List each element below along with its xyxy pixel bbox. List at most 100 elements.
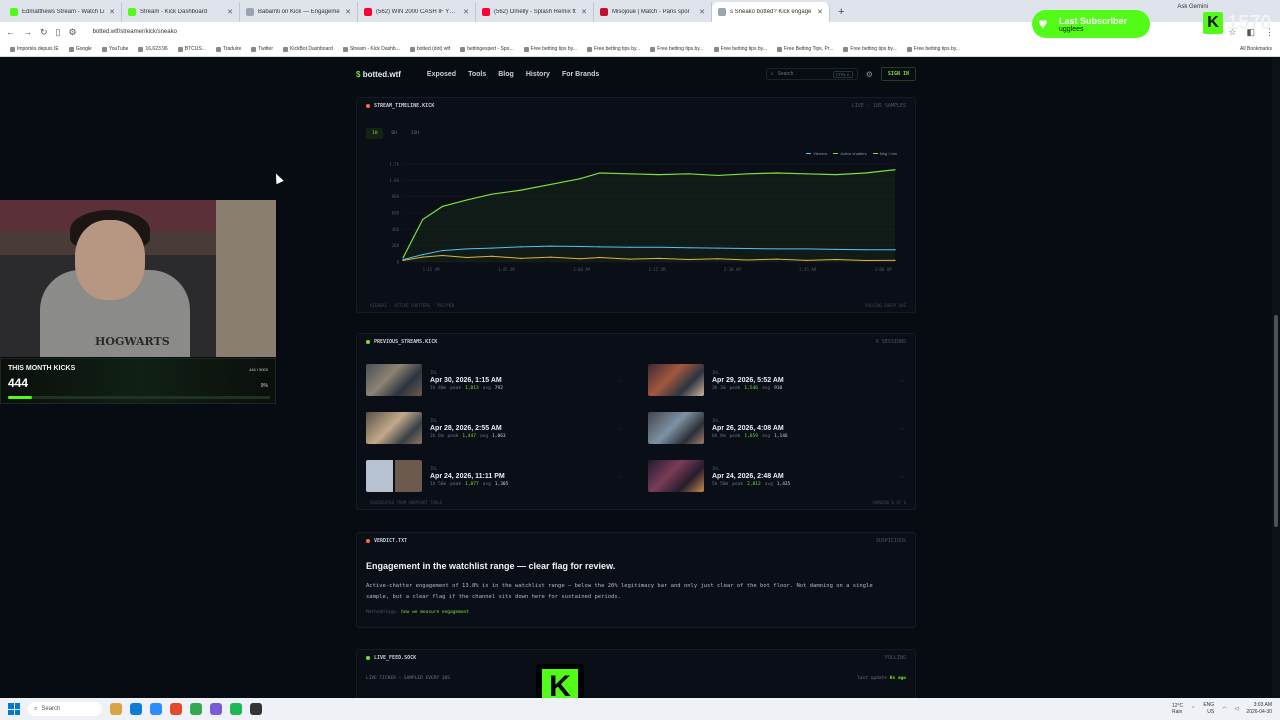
reload-icon[interactable]: ↻ <box>40 27 48 38</box>
bookmark-item[interactable]: Twitter <box>251 46 273 52</box>
stream-thumbnail <box>648 412 704 444</box>
page-scrollbar[interactable] <box>1272 57 1280 698</box>
kicks-percent: 9% <box>260 383 268 389</box>
close-tab-icon[interactable]: ✕ <box>109 8 115 16</box>
range-6h-button[interactable]: 6H <box>385 128 402 139</box>
bookmark-item[interactable]: 16,623.96 <box>138 46 168 52</box>
stream-stats: 5h 50m peak 2,812 avg 1,435 <box>712 481 791 487</box>
data-point <box>717 174 719 177</box>
browser-tab[interactable]: Edmatthews Stream - Watch Li ✕ <box>4 2 122 22</box>
tab-title: Misojoue | Match - Paris spor <box>612 9 690 15</box>
bookmark-item[interactable]: Free betting tips by... <box>523 46 577 52</box>
tab-favicon-icon <box>600 8 608 16</box>
stream-card[interactable]: IRL Apr 24, 2026, 2:48 AM 5h 50m peak 2,812 a… <box>648 457 906 495</box>
new-tab-button[interactable]: + <box>830 2 852 22</box>
bookmark-item[interactable]: Google <box>68 46 92 52</box>
app-icon[interactable] <box>210 703 222 715</box>
bookmark-item[interactable]: Traduire <box>215 46 241 52</box>
methodology-link[interactable]: how we measure engagement <box>401 610 469 615</box>
bookmark-favicon-icon <box>906 46 912 52</box>
y-tick-label: 1.2k <box>389 162 399 167</box>
tab-favicon-icon <box>128 8 136 16</box>
data-point <box>687 258 689 261</box>
close-tab-icon[interactable]: ✕ <box>699 8 705 16</box>
close-tab-icon[interactable]: ✕ <box>817 8 823 16</box>
wifi-icon[interactable]: ◠ <box>1222 706 1226 712</box>
browser-tab[interactable]: s Sneako botted? Kick engage ✕ <box>712 2 830 22</box>
windows-start-icon[interactable] <box>8 703 20 715</box>
stream-card[interactable]: IRL Apr 24, 2026, 11:11 PM 1h 56m peak 1,877… <box>366 457 624 495</box>
url-field[interactable]: botted.wtf/streamer/kick/sneako <box>93 29 177 35</box>
bookmark-item[interactable]: Free betting tips by... <box>843 46 897 52</box>
kick-total-count: 1570 <box>1227 11 1272 34</box>
bookmark-item[interactable]: Free betting tips by... <box>713 46 767 52</box>
stream-card[interactable]: IRL Apr 28, 2026, 2:55 AM 2h 6m peak 1,447 av… <box>366 409 624 447</box>
range-1h-button[interactable]: 1H <box>366 128 384 139</box>
clock[interactable]: 3:03 AM 2026-04-30 <box>1246 702 1272 716</box>
site-logo[interactable]: $ botted.wtf <box>356 70 401 79</box>
site-search-input[interactable]: ⌕ Search CTRL K <box>765 68 858 80</box>
tray-expand-icon[interactable]: ⌃ <box>1191 706 1195 712</box>
weather-widget[interactable]: 12°C Rain <box>1172 703 1183 715</box>
scroll-thumb[interactable] <box>1274 315 1278 527</box>
file-explorer-icon[interactable] <box>110 703 122 715</box>
settings-gear-icon[interactable]: ⚙ <box>866 70 873 79</box>
forward-icon[interactable]: → <box>23 27 32 37</box>
nav-blog[interactable]: Blog <box>498 71 514 78</box>
stream-card[interactable]: IRL Apr 26, 2026, 4:08 AM 6h 0m peak 1,659 av… <box>648 409 906 447</box>
language-indicator[interactable]: ENG US <box>1203 702 1214 716</box>
nav-exposed[interactable]: Exposed <box>427 71 456 78</box>
bookmark-item[interactable]: Importés depuis IE <box>10 46 59 52</box>
data-point <box>658 257 660 259</box>
browser-tab[interactable]: (562) Omelly - Splash Remix ft ✕ <box>476 2 594 22</box>
bookmark-item[interactable]: bettingexpert - Spo... <box>460 46 514 52</box>
nav-tools[interactable]: Tools <box>468 71 486 78</box>
kicks-progress-bar <box>8 396 270 399</box>
chrome-icon[interactable] <box>190 703 202 715</box>
close-tab-icon[interactable]: ✕ <box>463 8 469 16</box>
back-icon[interactable]: ← <box>6 27 15 37</box>
browser-tab[interactable]: Stream - Kick Dashboard ✕ <box>122 2 240 22</box>
panel-title: STREAM_TIMELINE.KICK <box>374 103 435 109</box>
taskbar-search[interactable]: ⌕ Search <box>28 702 102 716</box>
legend-msg-min: Msg / min <box>872 151 897 156</box>
store-icon[interactable] <box>150 703 162 715</box>
browser-tab[interactable]: Babamti on Kick — Engageme ✕ <box>240 2 358 22</box>
bookmark-item[interactable]: YouTube <box>101 46 128 52</box>
sidebar-icon[interactable]: ▯ <box>56 27 61 38</box>
nav-for-brands[interactable]: For Brands <box>562 71 599 78</box>
range-15h-button[interactable]: 15H <box>405 128 425 139</box>
tab-favicon-icon <box>246 8 254 16</box>
edge-icon[interactable] <box>130 703 142 715</box>
volume-icon[interactable]: ◁ <box>1235 706 1239 712</box>
bookmark-item[interactable]: botted (dot) wtf <box>409 46 450 52</box>
bookmark-item[interactable]: BTCUS... <box>177 46 206 52</box>
close-tab-icon[interactable]: ✕ <box>581 8 587 16</box>
bookmark-item[interactable]: KickBot Dashboard <box>283 46 333 52</box>
bookmark-item[interactable]: Free betting tips by... <box>650 46 704 52</box>
bookmark-favicon-icon <box>460 46 466 52</box>
tab-favicon-icon <box>718 8 726 16</box>
stream-card[interactable]: IRL Apr 30, 2026, 1:15 AM 1h 40m peak 1,013 a… <box>366 361 624 399</box>
spotify-icon[interactable] <box>230 703 242 715</box>
obs-icon[interactable] <box>250 703 262 715</box>
browser-tab[interactable]: (562) WIN 2000 CASH IF YOU C ✕ <box>358 2 476 22</box>
nav-history[interactable]: History <box>526 71 550 78</box>
data-point <box>441 249 443 252</box>
range-selector: 1H 6H 15H <box>366 128 425 139</box>
stream-card[interactable]: IRL Apr 29, 2026, 5:52 AM 3h 3m peak 1,546 av… <box>648 361 906 399</box>
browser-tab[interactable]: Misojoue | Match - Paris spor ✕ <box>594 2 712 22</box>
bookmark-item[interactable]: Free betting tips by... <box>906 46 960 52</box>
sign-in-button[interactable]: SIGN IN <box>880 67 916 81</box>
all-bookmarks[interactable]: All Bookmarks <box>1240 46 1272 52</box>
site-info-icon[interactable]: ⚙ <box>69 27 77 38</box>
bookmark-item[interactable]: Free Betting Tips, Pr... <box>776 46 833 52</box>
bookmark-item[interactable]: Free betting tips by... <box>586 46 640 52</box>
bookmark-item[interactable]: Stream - Kick Dashb... <box>342 46 400 52</box>
close-tab-icon[interactable]: ✕ <box>345 8 351 16</box>
data-point <box>402 257 404 259</box>
stream-category: IRL <box>712 417 720 423</box>
status-dot-icon <box>366 539 370 543</box>
firefox-icon[interactable] <box>170 703 182 715</box>
close-tab-icon[interactable]: ✕ <box>227 8 233 16</box>
